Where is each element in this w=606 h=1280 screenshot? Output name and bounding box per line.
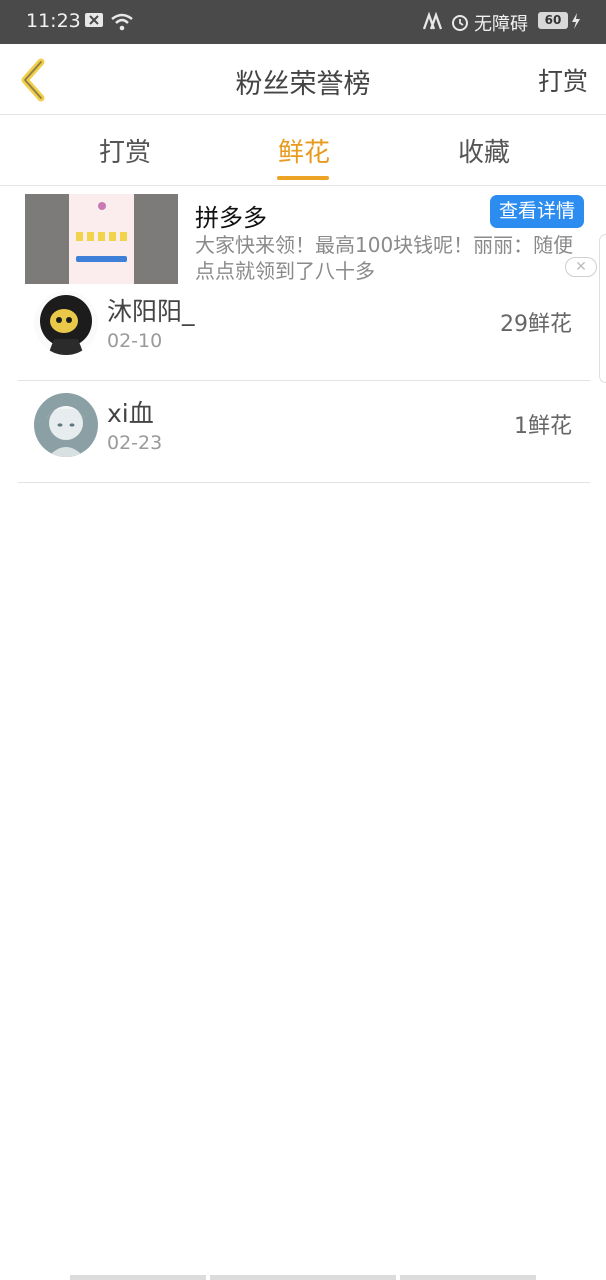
- fan-date: 02-23: [107, 432, 163, 454]
- flower-count: 29鲜花: [500, 312, 572, 337]
- tab-favorites[interactable]: 收藏: [458, 132, 510, 169]
- ad-banner[interactable]: 拼多多 大家快来领！最高100块钱呢！丽丽：随便点点就领到了八十多 查看详情 ✕: [25, 194, 597, 290]
- accessibility-label: 无障碍: [474, 14, 528, 35]
- app-icon: [422, 12, 443, 30]
- fan-name: 沐阳阳_: [107, 297, 195, 326]
- tab-flowers[interactable]: 鲜花: [278, 132, 330, 169]
- charging-icon: [572, 13, 580, 29]
- fan-row[interactable]: 沐阳阳_ 02-10 29鲜花: [18, 278, 590, 381]
- avatar: [34, 393, 98, 457]
- navigation-gesture-bar: [70, 1275, 536, 1280]
- tab-reward[interactable]: 打赏: [99, 132, 151, 169]
- ad-description: 大家快来领！最高100块钱呢！丽丽：随便点点就领到了八十多: [195, 233, 574, 283]
- fan-row[interactable]: xi血 02-23 1鲜花: [18, 380, 590, 483]
- fan-date: 02-10: [107, 330, 163, 352]
- side-drawer-handle[interactable]: [599, 234, 606, 383]
- battery-level: 60: [538, 12, 568, 29]
- alarm-icon: [452, 15, 468, 31]
- close-icon[interactable]: ✕: [565, 257, 597, 277]
- avatar: [34, 291, 98, 355]
- flower-count: 1鲜花: [514, 414, 572, 439]
- page-title: 粉丝荣誉榜: [235, 69, 371, 100]
- reward-button[interactable]: 打赏: [538, 62, 588, 98]
- fan-name: xi血: [107, 399, 154, 428]
- wifi-icon: [111, 13, 133, 31]
- status-bar: 11:23 无障碍 60: [0, 0, 606, 44]
- ad-title: 拼多多: [195, 204, 267, 232]
- tab-bar: 打赏 鲜花 收藏: [0, 115, 606, 186]
- ad-thumbnail: [25, 194, 178, 284]
- status-time: 11:23: [26, 10, 81, 32]
- view-details-button[interactable]: 查看详情: [490, 195, 584, 228]
- nav-bar: 粉丝荣誉榜 打赏: [0, 44, 606, 115]
- active-tab-indicator: [277, 176, 329, 180]
- notification-close-icon: [85, 13, 103, 27]
